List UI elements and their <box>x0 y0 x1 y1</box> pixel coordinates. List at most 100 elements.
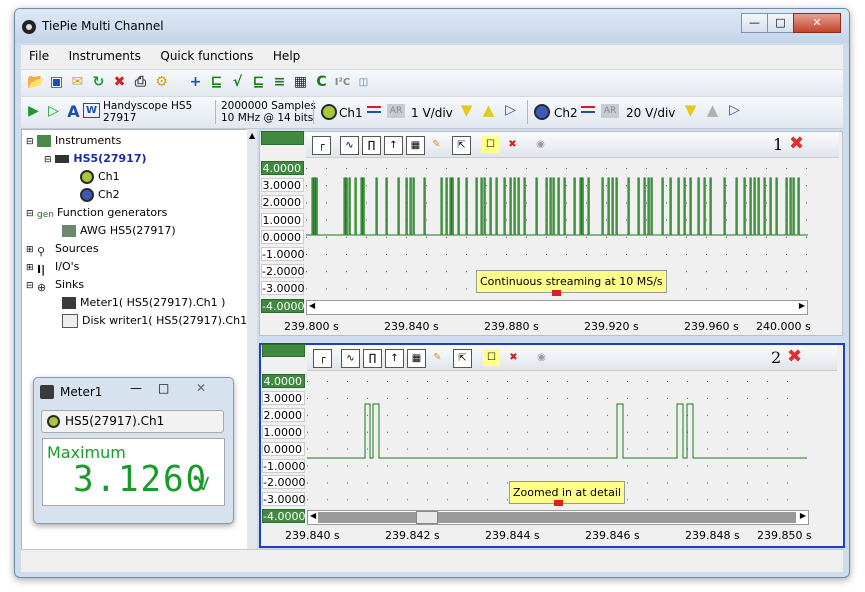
scroll-thumb[interactable] <box>416 511 438 524</box>
menu-quick-functions[interactable]: Quick functions <box>152 45 261 63</box>
graph-2-close-icon[interactable]: ✖ <box>787 346 802 367</box>
ch1-autorange-icon[interactable]: AR <box>387 104 405 118</box>
graph-1-pencil-icon[interactable]: ✎ <box>428 136 445 153</box>
trigger-position-icon[interactable]: ▷ <box>502 102 519 119</box>
graph-2-peak-icon[interactable]: ↑ <box>385 349 404 368</box>
open-folder-icon[interactable]: 📂 <box>27 74 44 91</box>
scroll-left-icon[interactable]: ◀ <box>309 301 315 310</box>
tree-item-function-generators[interactable]: ⊟ gen Function generators <box>26 204 167 221</box>
graph-1-peak-icon[interactable]: ↑ <box>384 136 403 155</box>
meter-maximize-button[interactable]: □ <box>158 381 169 395</box>
auto-setup-icon[interactable]: A <box>65 103 82 120</box>
meter-close-button[interactable]: ✕ <box>196 381 206 395</box>
graph-1[interactable]: 4.0000 3.0000 2.0000 1.0000 0.0000 -1.0000 -2.… <box>259 131 843 336</box>
menu-file[interactable]: File <box>21 45 57 63</box>
graph-2-remove-note-icon[interactable]: ✖ <box>505 349 522 366</box>
ch2-trigger-position-icon[interactable]: ▷ <box>726 102 743 119</box>
meter-window[interactable]: Meter1 — □ ✕ HS5(27917).Ch1 Maximum 3.12… <box>33 377 234 524</box>
fft-graph-icon[interactable]: ⊑ <box>250 74 267 91</box>
ch2-coupling-icon[interactable] <box>581 106 595 113</box>
instrument-info[interactable]: Handyscope HS5 27917 <box>103 100 192 124</box>
meter-graph-icon[interactable]: ≡ <box>271 74 288 91</box>
graph-1-cursor-icon[interactable]: ∏ <box>362 136 381 155</box>
crescent-icon[interactable]: C <box>313 74 330 91</box>
graph-1-hide-icon[interactable]: ◉ <box>532 136 549 153</box>
meter-source-selector[interactable]: HS5(27917).Ch1 <box>41 410 224 433</box>
ch2-range[interactable]: 20 V/div <box>626 106 675 120</box>
email-icon[interactable]: ✉ <box>69 74 86 91</box>
graph-1-fit-icon[interactable]: ⇱ <box>452 136 471 155</box>
tree-item-sinks[interactable]: ⊟ ⊕ Sinks <box>26 276 84 294</box>
save-icon[interactable]: ▣ <box>48 74 65 91</box>
close-button[interactable]: ✕ <box>793 13 841 33</box>
meter-icon[interactable]: ▦ <box>292 74 309 91</box>
print-icon[interactable]: ⎙ <box>132 74 149 91</box>
graph-1-grid-icon[interactable]: ▦ <box>406 136 425 155</box>
menu-instruments[interactable]: Instruments <box>61 45 149 63</box>
graph-2-hint-marker[interactable] <box>554 500 563 506</box>
ch1-range[interactable]: 1 V/div <box>411 106 453 120</box>
add-graph-icon[interactable]: + <box>187 74 204 91</box>
single-shot-icon[interactable]: ▷ <box>45 103 62 120</box>
scroll-left-icon[interactable]: ◀ <box>310 511 316 520</box>
maximize-button[interactable]: □ <box>767 13 794 33</box>
scroll-right-icon[interactable]: ▶ <box>800 511 806 520</box>
run-icon[interactable]: ▶ <box>25 103 42 120</box>
pane-splitter[interactable]: ▲ <box>247 129 257 549</box>
scroll-right-icon[interactable]: ▶ <box>799 301 805 310</box>
graph-2-pencil-icon[interactable]: ✎ <box>429 349 446 366</box>
graph-2-wave-icon[interactable]: ∿ <box>341 349 360 368</box>
graph-2-note-icon[interactable]: ☐ <box>483 349 500 366</box>
yt-graph-icon[interactable]: ⊑ <box>208 74 225 91</box>
ch2-channel-icon[interactable] <box>534 104 550 120</box>
graph-1-channel-tab[interactable] <box>261 131 304 145</box>
trigger-falling-icon[interactable]: ▼ <box>458 102 475 119</box>
tree-item-meter1[interactable]: Meter1( HS5(27917).Ch1 ) <box>62 294 225 311</box>
menu-help[interactable]: Help <box>265 45 308 63</box>
graph-1-note-icon[interactable]: ☐ <box>482 136 499 153</box>
graph-2-fit-icon[interactable]: ⇱ <box>453 349 472 368</box>
ch1-channel-icon[interactable] <box>321 104 337 120</box>
tree-item-ch1[interactable]: Ch1 <box>80 168 120 185</box>
graph-1-hint[interactable]: Continuous streaming at 10 MS/s <box>476 270 667 293</box>
ch2-trigger-rising-icon[interactable]: ▲ <box>704 102 721 119</box>
tree-item-disk-writer1[interactable]: Disk writer1( HS5(27917).Ch1 ) <box>62 312 255 329</box>
ch2-trigger-falling-icon[interactable]: ▼ <box>682 102 699 119</box>
graph-1-hint-marker[interactable] <box>552 290 561 296</box>
graph-2-hint[interactable]: Zoomed in at detail <box>509 481 625 504</box>
handyscope-icon[interactable]: W <box>83 103 100 118</box>
graph-1-scrollbar[interactable]: ◀ ▶ <box>306 300 808 315</box>
tree-item-sources[interactable]: ⊞ ⚲ Sources <box>26 240 99 258</box>
graph-2-channel-tab[interactable] <box>262 344 305 357</box>
tree-item-ios[interactable]: ⊞ I| I/O's <box>26 258 79 276</box>
ch2-autorange-icon[interactable]: AR <box>601 104 619 118</box>
ch2-label[interactable]: Ch2 <box>554 106 578 120</box>
graph-1-remove-note-icon[interactable]: ✖ <box>504 136 521 153</box>
ch1-coupling-icon[interactable] <box>367 106 381 113</box>
graph-2-step-icon[interactable]: ┌ <box>313 349 332 368</box>
graph-2-scrollbar[interactable]: ◀ ▶ <box>307 510 809 525</box>
meter-minimize-button[interactable]: — <box>130 381 142 395</box>
tree-item-ch2[interactable]: Ch2 <box>80 186 120 203</box>
tree-item-awg[interactable]: AWG HS5(27917) <box>62 222 176 239</box>
xy-graph-icon[interactable]: √ <box>229 74 246 91</box>
graph-1-wave-icon[interactable]: ∿ <box>340 136 359 155</box>
settings-gear-icon[interactable]: ⚙ <box>153 74 170 91</box>
i2c-icon[interactable]: I²C <box>334 74 351 91</box>
refresh-icon[interactable]: ↻ <box>90 74 107 91</box>
graph-1-step-icon[interactable]: ┌ <box>312 136 331 155</box>
tree-item-instruments[interactable]: ⊟ Instruments <box>26 132 121 149</box>
graph-2-hide-icon[interactable]: ◉ <box>533 349 550 366</box>
io-module-icon[interactable]: ◫ <box>355 74 372 91</box>
acquisition-info[interactable]: 2000000 Samples 10 MHz @ 14 bits <box>221 100 316 124</box>
trigger-rising-icon[interactable]: ▲ <box>480 102 497 119</box>
graph-2-grid-icon[interactable]: ▦ <box>407 349 426 368</box>
graph-1-close-icon[interactable]: ✖ <box>789 133 804 154</box>
graph-2-cursor-icon[interactable]: ∏ <box>363 349 382 368</box>
graph-2[interactable]: 4.0000 3.0000 2.0000 1.0000 0.0000 -1.0000 -2.… <box>259 343 845 548</box>
scroll-up-icon[interactable]: ▲ <box>249 131 255 140</box>
ch1-label[interactable]: Ch1 <box>339 106 363 120</box>
delete-icon[interactable]: ✖ <box>111 74 128 91</box>
tree-item-hs5[interactable]: ⊟ HS5(27917) <box>44 150 147 167</box>
minimize-button[interactable]: — <box>741 13 768 33</box>
